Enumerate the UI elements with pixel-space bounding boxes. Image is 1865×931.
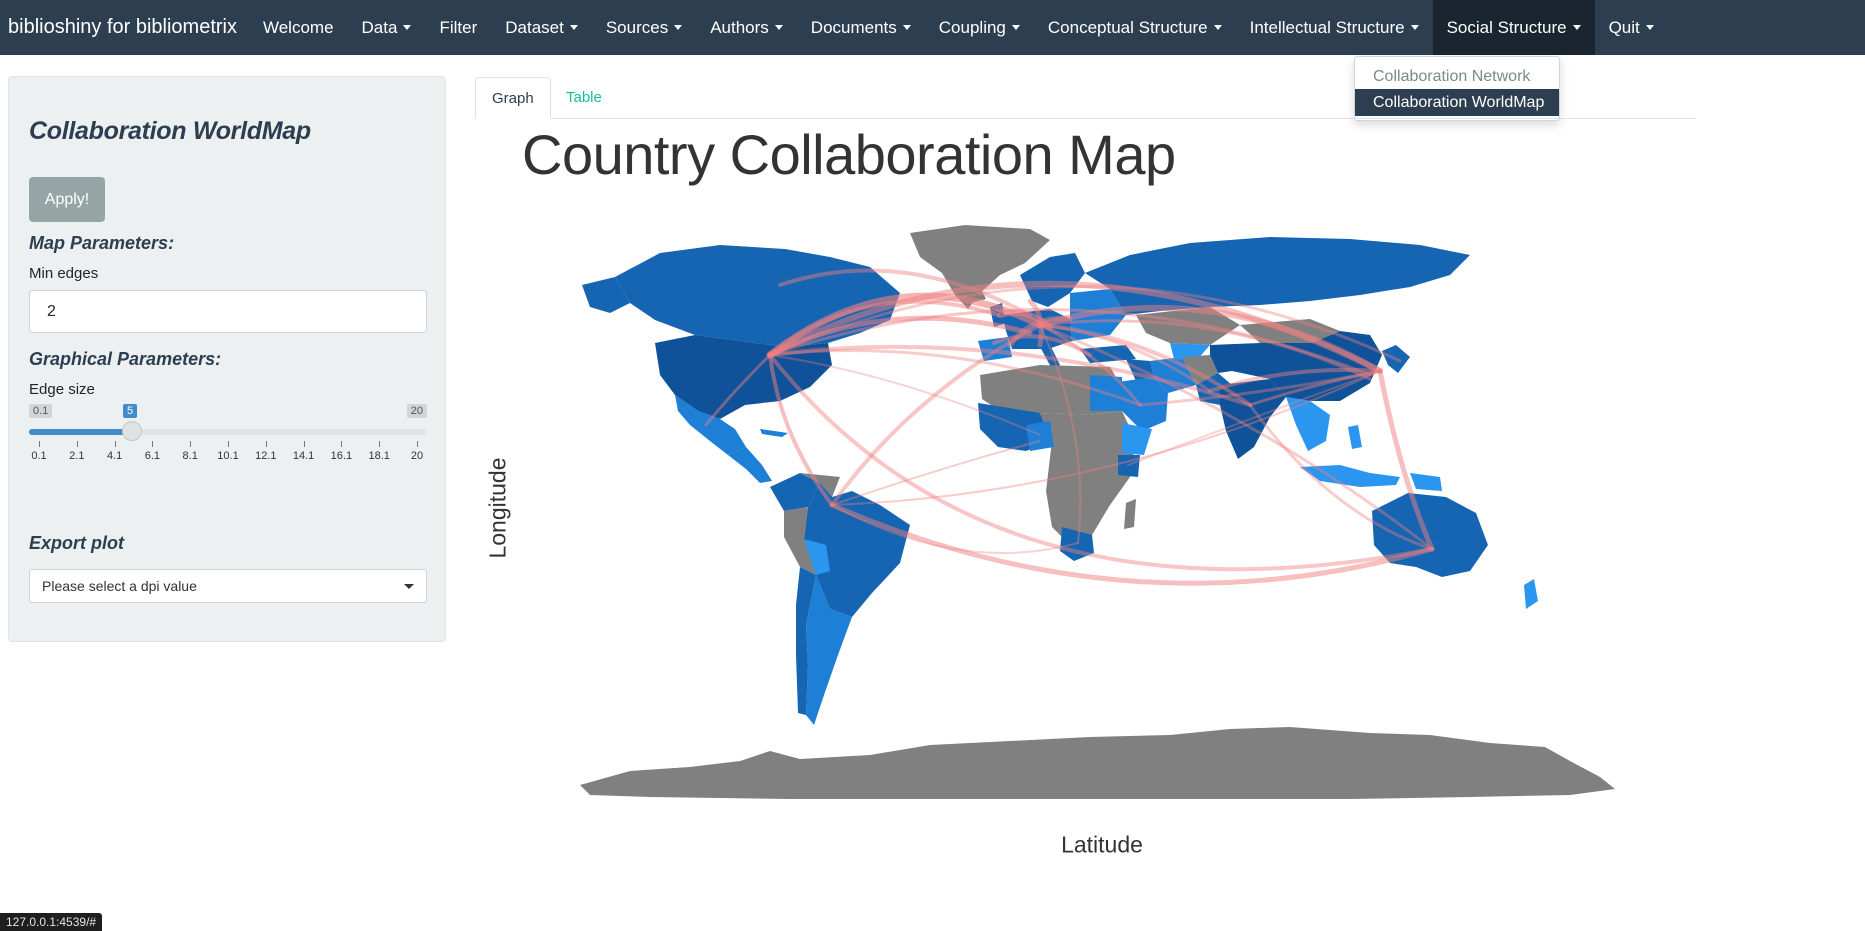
slider-tick-label: 8.1 bbox=[182, 450, 198, 462]
caret-down-icon bbox=[1572, 25, 1581, 30]
caret-down-icon bbox=[1011, 25, 1020, 30]
slider-tick-mark bbox=[303, 441, 305, 447]
nav-quit[interactable]: Quit bbox=[1595, 0, 1668, 55]
export-plot-heading: Export plot bbox=[29, 533, 124, 553]
nav-label: Filter bbox=[439, 17, 478, 37]
country-cuba bbox=[760, 429, 788, 437]
nav-label: Coupling bbox=[938, 17, 1006, 37]
apply-button[interactable]: Apply! bbox=[29, 177, 105, 222]
nav-intellectual-structure[interactable]: Intellectual Structure bbox=[1236, 0, 1433, 55]
nav-social-structure[interactable]: Social Structure bbox=[1432, 0, 1595, 55]
slider-tick-mark bbox=[341, 441, 343, 447]
nav-label: Social Structure bbox=[1446, 17, 1567, 37]
caret-down-icon bbox=[674, 25, 683, 30]
plot-x-axis-label: Latitude bbox=[1061, 831, 1143, 858]
slider-tick-mark bbox=[76, 441, 78, 447]
nav-label: Sources bbox=[605, 17, 669, 37]
caret-down-icon bbox=[902, 25, 911, 30]
caret-down-icon bbox=[1410, 25, 1419, 30]
slider-value-label: 5 bbox=[123, 404, 138, 418]
dpi-select-value: Please select a dpi value bbox=[42, 578, 197, 594]
nav-authors[interactable]: Authors bbox=[696, 0, 797, 55]
country-philippines bbox=[1348, 425, 1362, 449]
nav-data[interactable]: Data bbox=[348, 0, 426, 55]
slider-tick-mark bbox=[265, 441, 267, 447]
nav-filter[interactable]: Filter bbox=[425, 0, 491, 55]
nav-dataset[interactable]: Dataset bbox=[491, 0, 592, 55]
country-madagascar bbox=[1124, 499, 1136, 529]
slider-tick-label: 4.1 bbox=[106, 450, 123, 462]
slider-fill bbox=[29, 429, 133, 435]
nav-documents[interactable]: Documents bbox=[797, 0, 925, 55]
nav-coupling[interactable]: Coupling bbox=[925, 0, 1034, 55]
dpi-select[interactable]: Please select a dpi value bbox=[29, 569, 427, 603]
edge-size-label: Edge size bbox=[29, 381, 95, 398]
map-parameters-heading: Map Parameters: bbox=[29, 233, 175, 253]
country-russia bbox=[1085, 237, 1470, 315]
slider-tick-mark bbox=[190, 441, 192, 447]
navbar: biblioshiny for bibliometrix Welcome Dat… bbox=[0, 0, 1865, 55]
caret-down-icon bbox=[1645, 25, 1654, 30]
status-bar-url: 127.0.0.1:4539/# bbox=[0, 913, 103, 931]
slider-tick-mark bbox=[417, 441, 418, 447]
min-edges-label: Min edges bbox=[29, 265, 99, 282]
caret-down-icon bbox=[569, 25, 578, 30]
plot-title: Country Collaboration Map bbox=[522, 123, 1176, 186]
min-edges-input[interactable] bbox=[29, 290, 427, 333]
nav-label: Conceptual Structure bbox=[1047, 17, 1208, 37]
country-central-america bbox=[728, 447, 772, 483]
nav-label: Documents bbox=[810, 17, 897, 37]
slider-tick-label: 10.1 bbox=[217, 450, 239, 462]
plot-y-axis-label: Longitude bbox=[484, 457, 511, 559]
slider-handle[interactable] bbox=[122, 421, 142, 441]
slider-tick-label: 16.1 bbox=[330, 450, 353, 462]
nav-conceptual-structure[interactable]: Conceptual Structure bbox=[1034, 0, 1236, 55]
slider-ticks: 0.1 2.1 4.1 6.1 8.1 10.1 12.1 14.1 16.1 18.1 20 bbox=[29, 441, 427, 462]
nav-welcome[interactable]: Welcome bbox=[249, 0, 348, 55]
nav-label: Dataset bbox=[505, 17, 564, 37]
caret-down-icon bbox=[1213, 25, 1222, 30]
tab-graph[interactable]: Graph bbox=[475, 77, 551, 119]
tab-bar: Graph Table bbox=[475, 77, 1695, 119]
country-indonesia bbox=[1300, 465, 1400, 487]
nav-label: Authors bbox=[710, 17, 769, 37]
sidebar-panel: Collaboration WorldMap Apply! Map Parame… bbox=[8, 76, 446, 642]
country-new-zealand bbox=[1524, 579, 1538, 609]
slider-tick-mark bbox=[39, 441, 40, 447]
brand-title[interactable]: biblioshiny for bibliometrix bbox=[0, 16, 249, 39]
nav-label: Welcome bbox=[262, 17, 334, 37]
slider-tick-label: 18.1 bbox=[368, 450, 390, 462]
country-papua bbox=[1410, 473, 1442, 491]
country-southeast-asia bbox=[1286, 397, 1330, 451]
nav-label: Quit bbox=[1608, 17, 1640, 37]
slider-tick-label: 20 bbox=[410, 450, 424, 462]
slider-tick-label: 6.1 bbox=[144, 450, 161, 462]
slider-tick-label: 14.1 bbox=[292, 450, 315, 462]
slider-tick-mark bbox=[114, 441, 116, 447]
sidebar-title: Collaboration WorldMap bbox=[29, 117, 311, 145]
nav-label: Intellectual Structure bbox=[1249, 17, 1405, 37]
edge-size-slider[interactable]: 0.1 20 5 0.1 2.1 4.1 6.1 8.1 10.1 12.1 14.1 16.1… bbox=[29, 404, 427, 462]
nav-sources[interactable]: Sources bbox=[592, 0, 696, 55]
caret-down-icon bbox=[774, 25, 783, 30]
graphical-parameters-heading: Graphical Parameters: bbox=[29, 349, 222, 369]
slider-tick-label: 0.1 bbox=[31, 450, 47, 462]
nav-label: Data bbox=[361, 17, 398, 37]
slider-tick-label: 12.1 bbox=[255, 450, 277, 462]
chevron-down-icon bbox=[404, 584, 414, 589]
world-map bbox=[580, 225, 1615, 799]
slider-max-label: 20 bbox=[406, 404, 427, 418]
slider-min-label: 0.1 bbox=[29, 404, 53, 418]
slider-tick-mark bbox=[228, 441, 229, 447]
slider-tick-mark bbox=[152, 441, 154, 447]
country-australia bbox=[1372, 493, 1488, 577]
continent-antarctica bbox=[580, 727, 1615, 799]
slider-tick-label: 2.1 bbox=[69, 450, 85, 462]
caret-down-icon bbox=[403, 25, 412, 30]
slider-tick-mark bbox=[379, 441, 381, 447]
tab-table[interactable]: Table bbox=[550, 77, 618, 118]
